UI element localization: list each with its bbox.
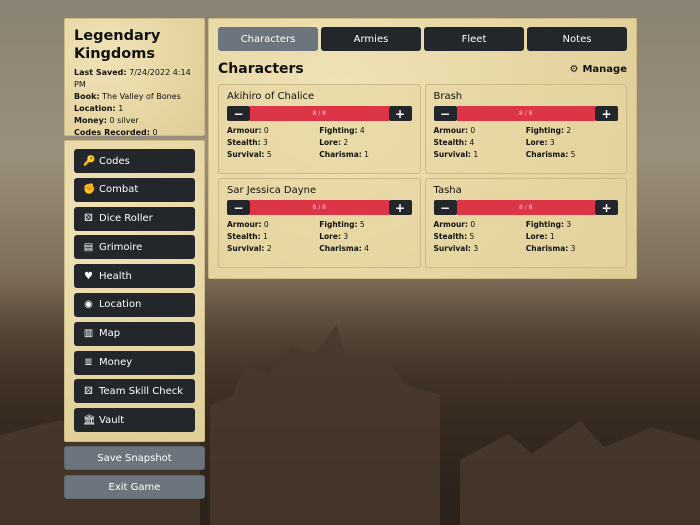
tab-armies[interactable]: Armies: [321, 27, 421, 51]
stat: Survival: 3: [433, 244, 479, 253]
character-card: Sar Jessica Dayne −8 / 8 + Armour: 0 Fight…: [218, 178, 421, 268]
decrease-health-button[interactable]: −: [227, 106, 250, 121]
bank-icon: 🏛: [83, 414, 96, 426]
stat: Fighting: 2: [525, 126, 572, 135]
tab-notes[interactable]: Notes: [527, 27, 627, 51]
stat: Lore: 1: [525, 232, 555, 241]
stat: Stealth: 3: [227, 138, 268, 147]
info-row: Money: 0 silver: [74, 116, 139, 125]
stat: Armour: 0: [433, 220, 476, 229]
character-name: Akihiro of Chalice: [227, 91, 315, 102]
stat: Survival: 1: [433, 150, 479, 159]
info-row: Codes Recorded: 0: [74, 128, 158, 137]
main-panel: Characters Armies Fleet Notes Characters ⚙ M…: [208, 18, 637, 279]
menu-item-team-skill-check[interactable]: ⚄ Team Skill Check: [74, 379, 195, 404]
fist-icon: ✊: [83, 184, 96, 196]
character-card: Akihiro of Chalice −8 / 8 + Armour: 0 Figh…: [218, 84, 421, 174]
coins-icon: ≣: [84, 357, 93, 369]
stat: Lore: 2: [319, 138, 349, 147]
menu-item-codes[interactable]: 🔑 Codes: [74, 149, 195, 173]
game-info-panel: Legendary Kingdoms Last Saved: 7/24/2022…: [64, 18, 205, 137]
stat: Lore: 3: [319, 232, 349, 241]
increase-health-button[interactable]: +: [388, 200, 412, 215]
menu-item-grimoire[interactable]: ▤ Grimoire: [74, 235, 195, 260]
character-card: Brash −8 / 8 + Armour: 0 Fighting: 2 Stealt…: [424, 84, 627, 174]
stat: Charisma: 3: [525, 244, 576, 253]
exit-game-button[interactable]: Exit Game: [64, 475, 205, 499]
stat: Armour: 0: [433, 126, 476, 135]
tab-bar: Characters Armies Fleet Notes: [218, 27, 627, 51]
stat: Stealth: 4: [433, 138, 475, 147]
stat: Lore: 3: [525, 138, 555, 147]
increase-health-button[interactable]: +: [388, 106, 412, 121]
character-card: Tasha −8 / 8 + Armour: 0 Fighting: 3 Stealt…: [424, 178, 627, 268]
health-control: −8 / 8 +: [433, 200, 618, 215]
map-icon: ▥: [83, 328, 94, 340]
stat: Stealth: 5: [433, 232, 475, 241]
section-heading: Characters: [218, 61, 304, 77]
character-name: Sar Jessica Dayne: [227, 185, 317, 196]
health-bar: 8 / 8: [250, 200, 389, 215]
dice-icon: ⚄: [84, 213, 93, 225]
stat: Fighting: 5: [319, 220, 365, 229]
heart-icon: ♥: [84, 270, 93, 282]
info-row: Last Saved: 7/24/2022 4:14 PM: [74, 68, 191, 89]
menu-item-map[interactable]: ▥ Map: [74, 321, 195, 346]
book-icon: ▤: [83, 241, 94, 253]
menu-item-money[interactable]: ≣ Money: [74, 350, 195, 375]
stat: Fighting: 3: [525, 220, 572, 229]
increase-health-button[interactable]: +: [595, 106, 618, 121]
decrease-health-button[interactable]: −: [227, 200, 250, 215]
stat: Charisma: 5: [525, 150, 576, 159]
save-snapshot-button[interactable]: Save Snapshot: [64, 446, 205, 470]
stat: Armour: 0: [227, 220, 269, 229]
menu-item-vault[interactable]: 🏛 Vault: [74, 408, 195, 433]
stat: Charisma: 4: [319, 244, 369, 253]
menu-item-location[interactable]: ◉ Location: [74, 292, 195, 317]
compass-icon: ◉: [84, 299, 93, 311]
stat: Fighting: 4: [319, 126, 365, 135]
menu-item-health[interactable]: ♥ Health: [74, 264, 195, 289]
increase-health-button[interactable]: +: [595, 200, 618, 215]
stat: Survival: 5: [227, 150, 272, 159]
info-row: Location: 1: [74, 104, 124, 113]
health-control: −8 / 8 +: [227, 106, 412, 121]
game-title: Legendary Kingdoms: [74, 28, 161, 62]
tab-characters[interactable]: Characters: [218, 27, 318, 51]
health-bar: 8 / 8: [456, 106, 595, 121]
health-bar: 8 / 8: [250, 106, 389, 121]
manage-button[interactable]: ⚙ Manage: [570, 64, 627, 75]
dice-icon: ⚄: [84, 385, 93, 397]
gear-icon: ⚙: [569, 63, 579, 75]
health-control: −8 / 8 +: [433, 106, 618, 121]
sidebar-menu: 🔑 Codes ✊ Combat ⚄ Dice Roller ▤ Grimoire ♥ Healt…: [64, 140, 205, 442]
menu-item-combat[interactable]: ✊ Combat: [74, 177, 195, 202]
tab-fleet[interactable]: Fleet: [424, 27, 524, 51]
key-icon: 🔑: [83, 155, 96, 167]
health-bar: 8 / 8: [456, 200, 595, 215]
stat: Survival: 2: [227, 244, 272, 253]
character-name: Tasha: [433, 185, 462, 196]
character-name: Brash: [433, 91, 463, 102]
health-control: −8 / 8 +: [227, 200, 412, 215]
decrease-health-button[interactable]: −: [433, 106, 457, 121]
stat: Charisma: 1: [319, 150, 369, 159]
decrease-health-button[interactable]: −: [433, 200, 457, 215]
stat: Stealth: 1: [227, 232, 268, 241]
stat: Armour: 0: [227, 126, 269, 135]
info-row: Book: The Valley of Bones: [74, 92, 181, 101]
menu-item-dice-roller[interactable]: ⚄ Dice Roller: [74, 206, 195, 231]
